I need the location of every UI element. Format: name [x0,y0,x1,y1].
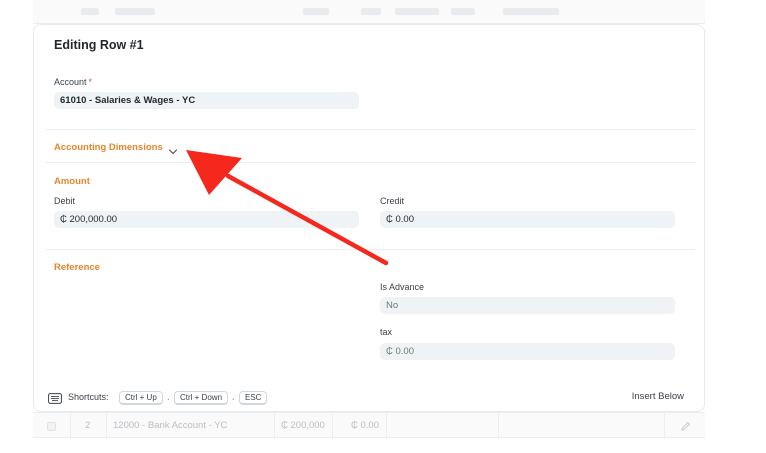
debit-label: Debit [54,196,76,206]
ghost-text [361,8,381,15]
credit-field[interactable]: ₵ 0.00 [380,211,675,228]
ghost-text [81,8,99,15]
row-credit[interactable]: ₵ 0.00 [333,413,387,439]
shortcuts-label: Shortcuts: [68,392,109,402]
reference-section-heading: Reference [54,262,100,273]
chevron-down-icon[interactable] [168,143,178,155]
section-divider [46,249,695,250]
account-field[interactable]: 61010 - Salaries & Wages - YC [54,92,359,109]
ghost-text [115,8,155,15]
ghost-text [451,8,475,15]
tax-field[interactable]: ₵ 0.00 [380,343,675,360]
is-advance-label: Is Advance [380,282,425,292]
editing-row-panel: Editing Row #1 Account * 61010 - Salaries… [33,24,705,412]
shortcut-ctrl-down: Ctrl + Down [174,391,229,405]
accounting-dimensions-toggle[interactable]: Accounting Dimensions [54,142,163,153]
shortcut-esc: ESC [239,391,268,405]
shortcut-ctrl-up: Ctrl + Up [119,391,163,405]
panel-title: Editing Row #1 [54,38,144,52]
is-advance-field[interactable]: No [380,297,675,314]
section-divider [46,162,695,163]
grid-row-top-obscured [33,0,705,24]
row-index: 2 [71,413,107,439]
grid-row-2[interactable]: 2 12000 - Bank Account - YC ₵ 200,000 ₵ … [33,412,705,439]
amount-section-heading: Amount [54,176,90,187]
ghost-text [395,8,439,15]
ghost-text [503,8,559,15]
shortcut-separator: . [232,392,235,402]
row-debit[interactable]: ₵ 200,000 [275,413,333,439]
insert-below-button[interactable]: Insert Below [632,391,684,402]
debit-field[interactable]: ₵ 200,000.00 [54,211,359,228]
row-select-checkbox[interactable] [47,422,56,431]
row-account[interactable]: 12000 - Bank Account - YC [107,413,275,439]
keyboard-icon [48,391,62,404]
section-divider [46,129,695,130]
account-label: Account * [54,77,93,87]
required-mark: * [88,77,93,87]
ghost-text [303,8,329,15]
tax-label: tax [380,327,393,337]
credit-label: Credit [380,196,405,206]
pencil-icon[interactable] [681,421,691,431]
shortcut-separator: . [167,392,170,402]
